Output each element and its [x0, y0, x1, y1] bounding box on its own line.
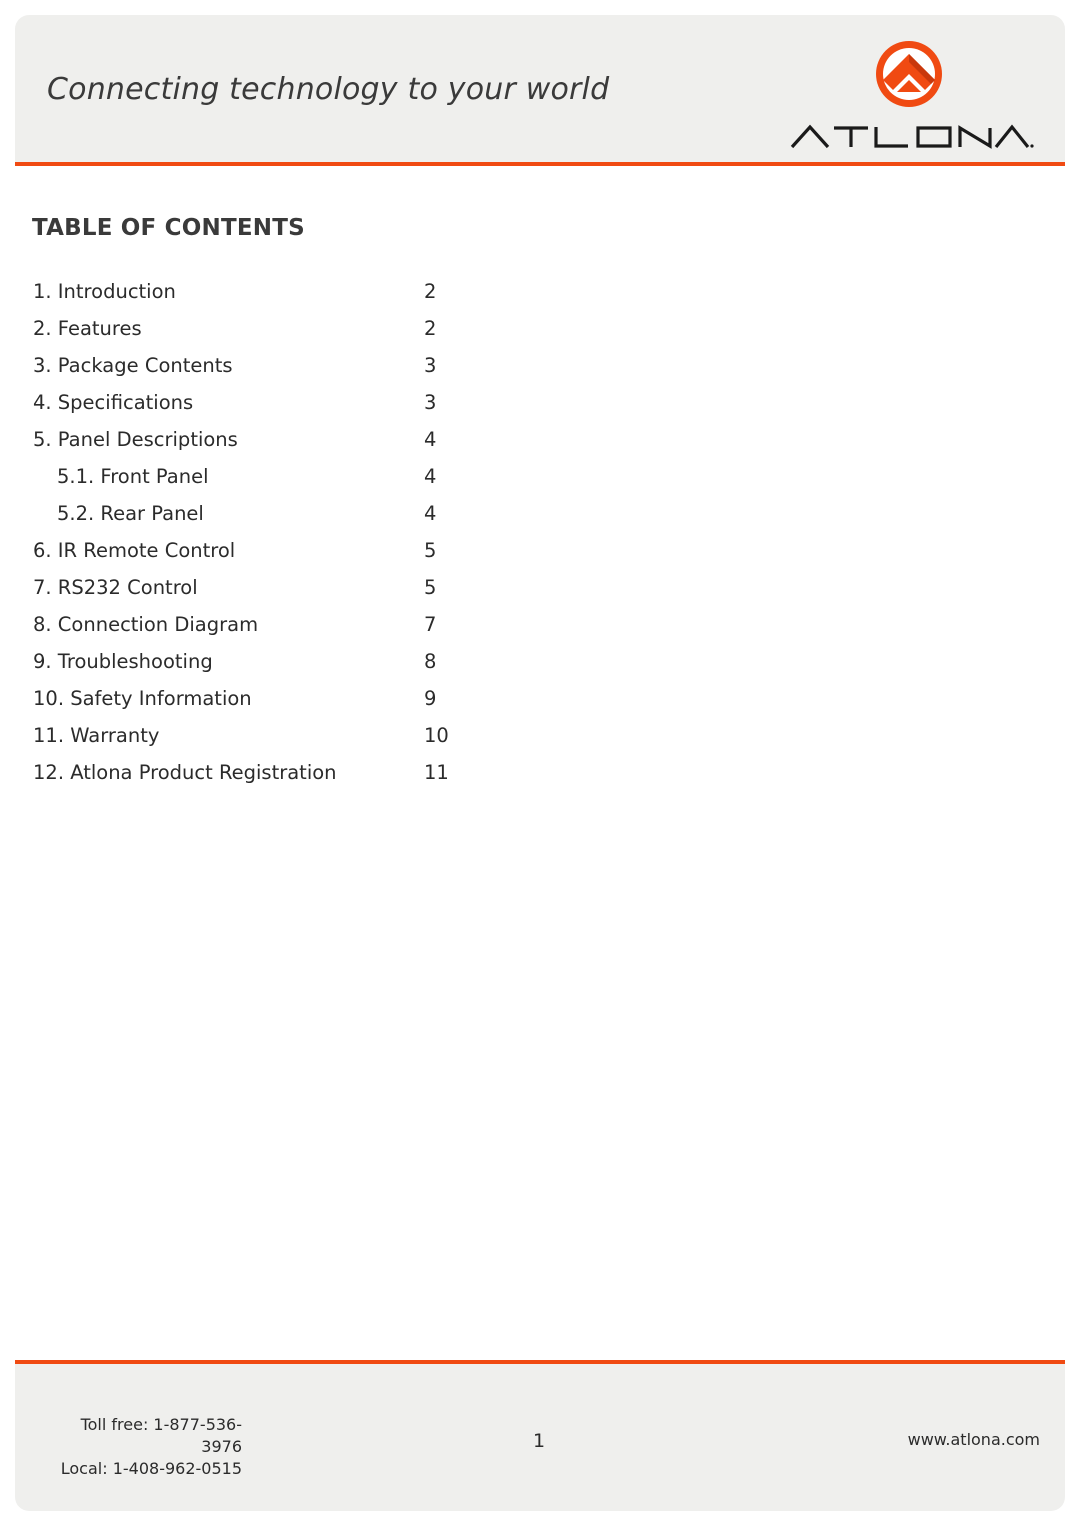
toc-entry-page: 3: [424, 354, 437, 377]
toc-entry-page: 3: [424, 391, 437, 414]
toc-entry-label: 5.2. Rear Panel: [57, 502, 204, 525]
website-link[interactable]: www.atlona.com: [908, 1430, 1040, 1449]
toc-entry-label: 2. Features: [33, 317, 142, 340]
toc-entry[interactable]: 7. RS232 Control 5: [33, 576, 473, 613]
toc-entry-label: 5.1. Front Panel: [57, 465, 209, 488]
toc-entry[interactable]: 5.1. Front Panel 4: [33, 465, 473, 502]
toc-entry-page: 4: [424, 502, 437, 525]
toc-entry-page: 7: [424, 613, 437, 636]
local-number: Local: 1-408-962-0515: [60, 1459, 242, 1478]
toc-entry[interactable]: 10. Safety Information 9: [33, 687, 473, 724]
toc-entry[interactable]: 6. IR Remote Control 5: [33, 539, 473, 576]
page-number: 1: [533, 1430, 546, 1452]
toc-entry-page: 11: [424, 761, 449, 784]
atlona-logo-icon: [876, 41, 942, 107]
toc-entry[interactable]: 3. Package Contents 3: [33, 354, 473, 391]
toc-entry-page: 9: [424, 687, 437, 710]
atlona-wordmark: [790, 124, 1034, 149]
toc-title: TABLE OF CONTENTS: [32, 215, 305, 241]
toc-entry[interactable]: 12. Atlona Product Registration 11: [33, 761, 473, 798]
toc-entry[interactable]: 8. Connection Diagram 7: [33, 613, 473, 650]
toc-entry-page: 4: [424, 465, 437, 488]
toc-entry[interactable]: 11. Warranty 10: [33, 724, 473, 761]
toc-entry-label: 12. Atlona Product Registration: [33, 761, 337, 784]
toc-entry[interactable]: 5.2. Rear Panel 4: [33, 502, 473, 539]
toc-entry[interactable]: 5. Panel Descriptions 4: [33, 428, 473, 465]
toc-entry-page: 5: [424, 576, 437, 599]
table-of-contents: 1. Introduction 2 2. Features 2 3. Package C…: [33, 280, 473, 798]
toc-entry-page: 10: [424, 724, 449, 747]
toc-entry-label: 10. Safety Information: [33, 687, 252, 710]
toc-entry-page: 5: [424, 539, 437, 562]
toc-entry-label: 11. Warranty: [33, 724, 160, 747]
toc-entry[interactable]: 1. Introduction 2: [33, 280, 473, 317]
toc-entry[interactable]: 9. Troubleshooting 8: [33, 650, 473, 687]
toc-entry-label: 8. Connection Diagram: [33, 613, 259, 636]
toc-entry-label: 7. RS232 Control: [33, 576, 198, 599]
contact-info: Toll free: 1-877-536-3976 Local: 1-408-9…: [40, 1414, 242, 1480]
toc-entry[interactable]: 4. Specifications 3: [33, 391, 473, 428]
toc-entry-page: 8: [424, 650, 437, 673]
toc-entry-label: 6. IR Remote Control: [33, 539, 236, 562]
toc-entry[interactable]: 2. Features 2: [33, 317, 473, 354]
toc-entry-label: 3. Package Contents: [33, 354, 233, 377]
toc-entry-label: 5. Panel Descriptions: [33, 428, 238, 451]
toc-entry-label: 4. Specifications: [33, 391, 194, 414]
toc-entry-page: 2: [424, 317, 437, 340]
toc-entry-label: 1. Introduction: [33, 280, 176, 303]
tagline: Connecting technology to your world: [47, 72, 610, 107]
toc-entry-page: 4: [424, 428, 437, 451]
header-divider: [15, 162, 1065, 166]
toc-entry-page: 2: [424, 280, 437, 303]
toll-free-number: Toll free: 1-877-536-3976: [80, 1415, 242, 1456]
toc-entry-label: 9. Troubleshooting: [33, 650, 213, 673]
